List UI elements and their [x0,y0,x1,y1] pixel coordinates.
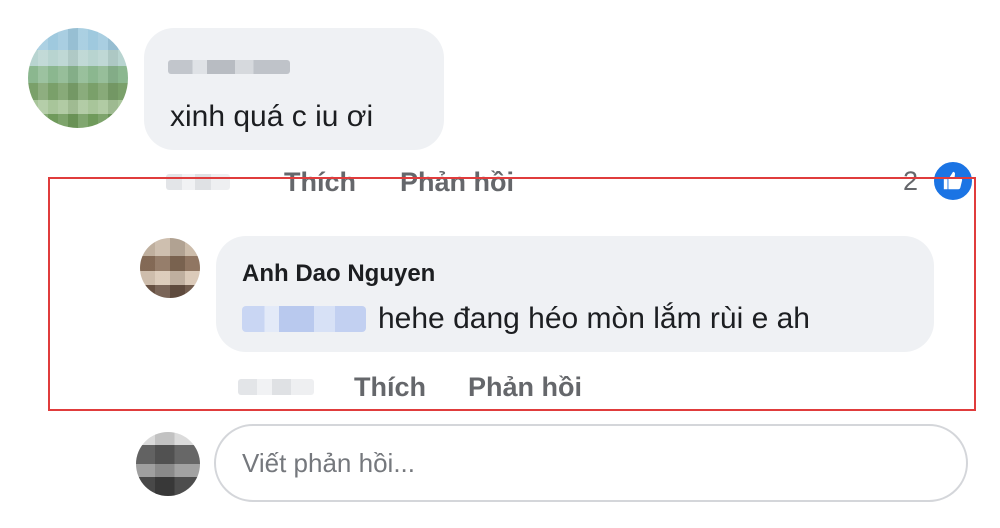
current-user-avatar [136,432,200,496]
reply-bubble: Anh Dao Nguyen hehe đang héo mòn lắm rùi… [216,236,934,352]
reply-text-line: hehe đang héo mòn lắm rùi e ah [242,302,810,336]
reply-author-name[interactable]: Anh Dao Nguyen [242,260,435,288]
comment-bubble: xinh quá c iu ơi [144,28,444,150]
mentioned-user-tag-blurred[interactable] [242,306,366,332]
comment-text: xinh quá c iu ơi [170,100,374,133]
reply-text: hehe đang héo mòn lắm rùi e ah [378,302,810,335]
reply-actions: Thích Phản hồi [238,370,582,404]
reply-reply-button[interactable]: Phản hồi [468,372,582,403]
reply-input[interactable] [214,424,968,502]
commenter-avatar[interactable] [28,28,128,128]
reply-author-avatar[interactable] [140,238,200,298]
reply-like-button[interactable]: Thích [354,372,426,403]
commenter-name-blurred[interactable] [168,60,290,74]
reply-timestamp-blurred[interactable] [238,379,314,395]
